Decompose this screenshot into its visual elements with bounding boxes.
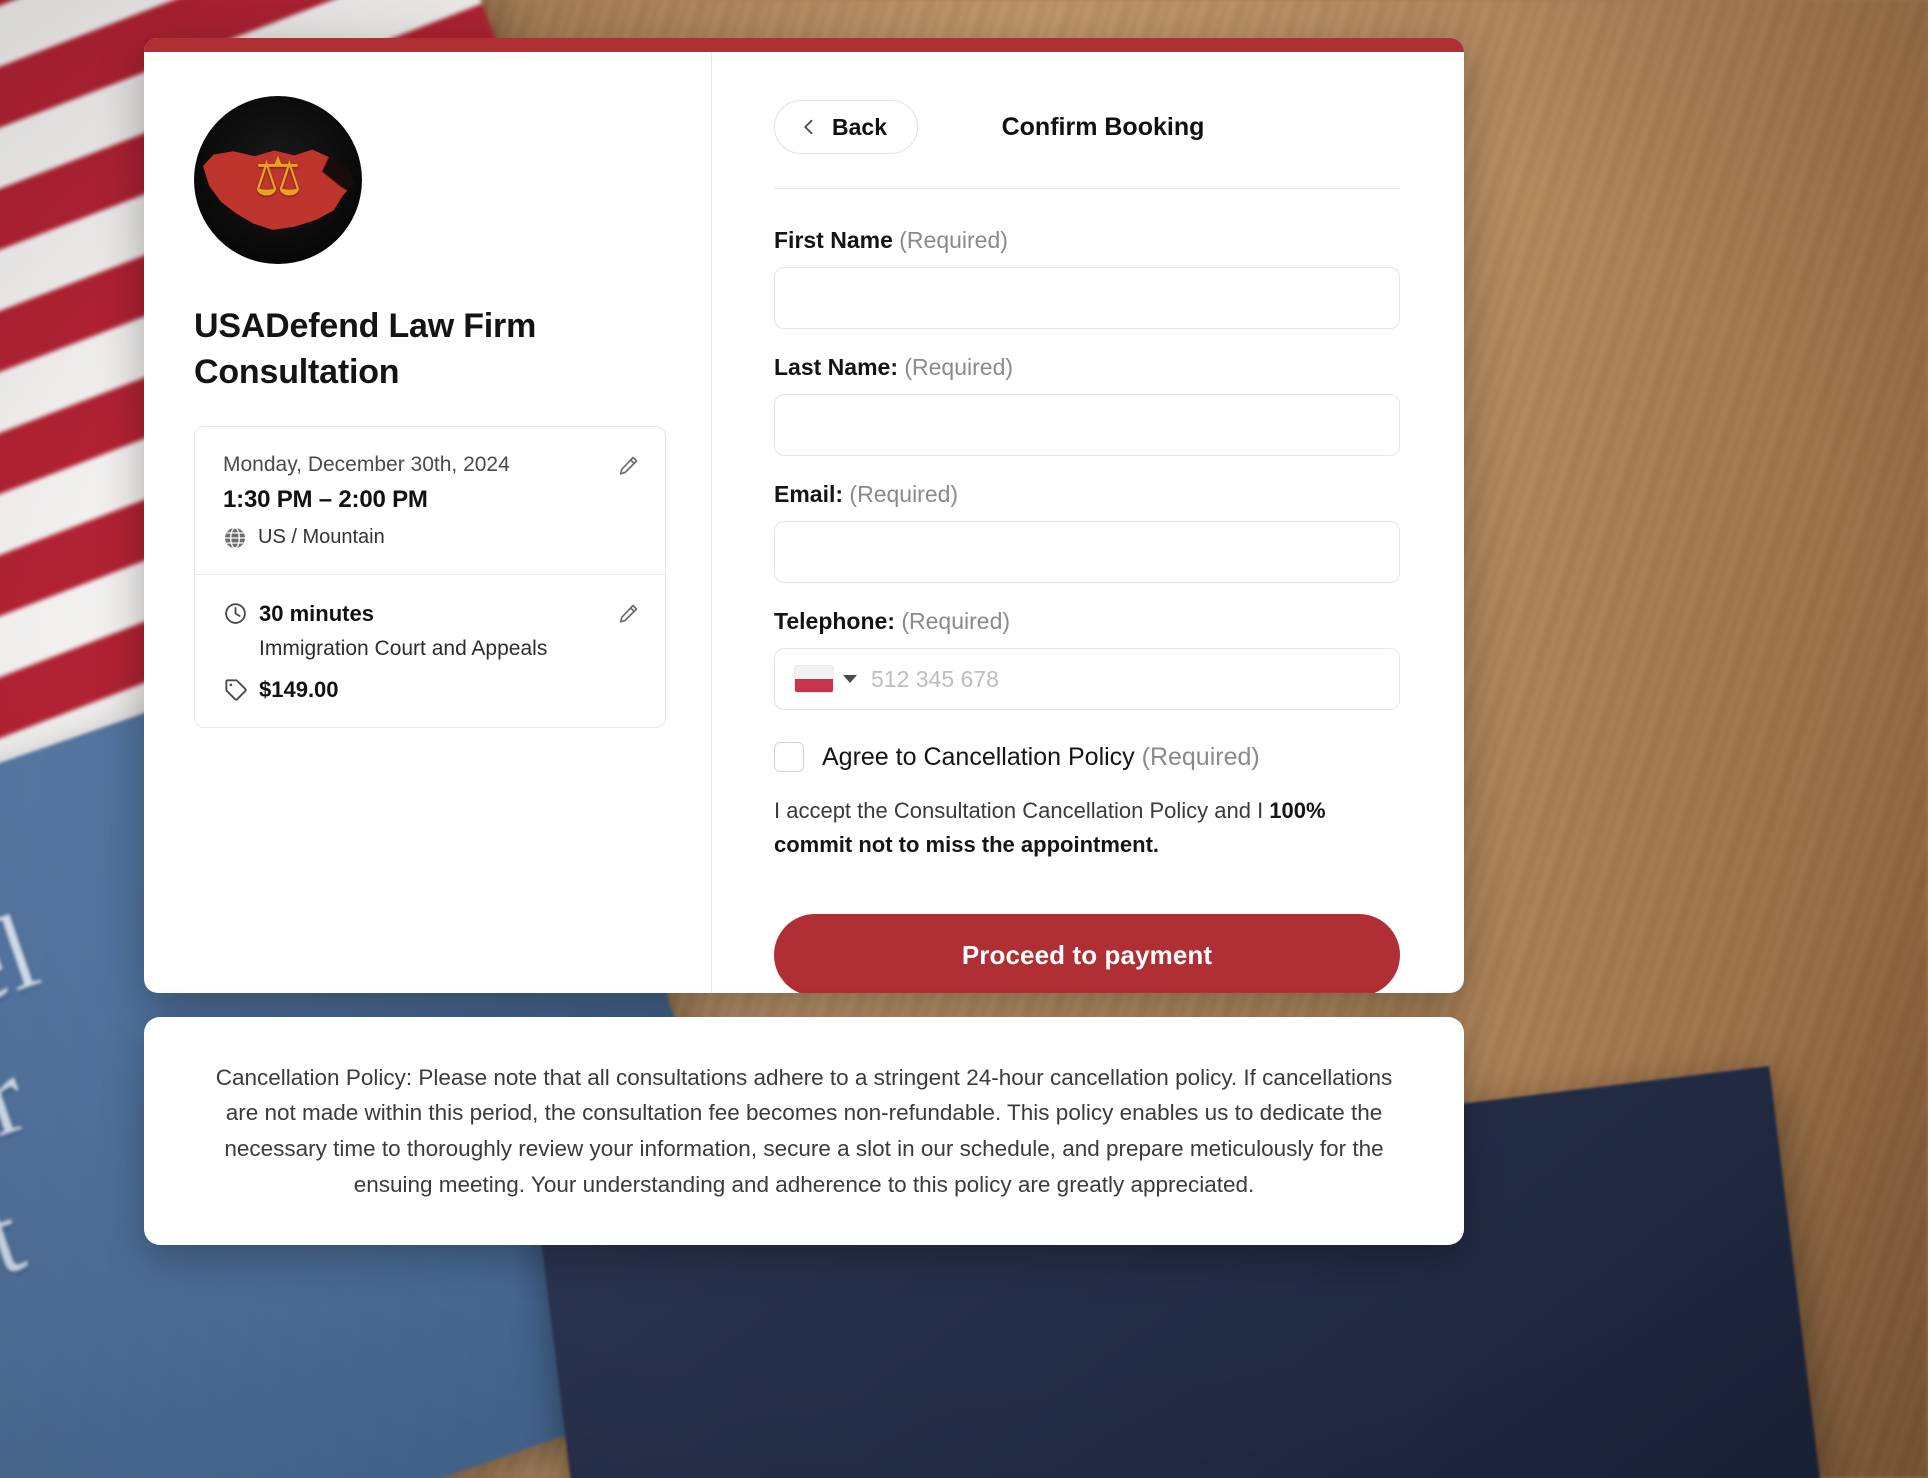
- back-button[interactable]: Back: [774, 100, 918, 154]
- timezone-row: US / Mountain: [223, 526, 639, 550]
- email-label-text: Email:: [774, 481, 844, 507]
- cancellation-policy-text: Cancellation Policy: Please note that al…: [215, 1064, 1393, 1197]
- first-name-input[interactable]: [774, 267, 1400, 329]
- telephone-label-text: Telephone:: [774, 608, 895, 634]
- telephone-field: Telephone: (Required): [774, 608, 1400, 710]
- avatar: ⚖: [194, 96, 362, 264]
- last-name-input[interactable]: [774, 394, 1400, 456]
- email-label: Email: (Required): [774, 481, 1400, 508]
- agree-policy-label: Agree to Cancellation Policy (Required): [822, 743, 1260, 772]
- booking-summary-panel: ⚖ USADefend Law Firm Consultation Monday…: [144, 38, 712, 993]
- scales-of-justice-icon: ⚖: [253, 147, 303, 207]
- duration-label: 30 minutes: [259, 600, 374, 626]
- first-name-label-text: First Name: [774, 227, 893, 253]
- required-marker: (Required): [849, 481, 959, 507]
- booking-form: First Name (Required) Last Name: (Requir…: [774, 189, 1400, 993]
- consent-prefix: I accept the Consultation Cancellation P…: [774, 798, 1270, 823]
- pencil-icon: [616, 454, 640, 478]
- booking-date: Monday, December 30th, 2024: [223, 452, 510, 476]
- panel-title: Confirm Booking: [1001, 112, 1205, 141]
- telephone-input-group: [774, 648, 1400, 710]
- panel-header: Back Confirm Booking: [774, 100, 1400, 189]
- agree-policy-label-text: Agree to Cancellation Policy: [822, 742, 1135, 771]
- card-accent-bar: [144, 38, 1464, 52]
- booking-time-range: 1:30 PM – 2:00 PM: [223, 485, 428, 513]
- edit-datetime-button[interactable]: [613, 451, 643, 481]
- timezone-label: US / Mountain: [258, 526, 385, 549]
- consent-text: I accept the Consultation Cancellation P…: [774, 794, 1400, 862]
- last-name-label-text: Last Name:: [774, 354, 898, 380]
- first-name-label: First Name (Required): [774, 227, 1400, 254]
- cancellation-policy-card: Cancellation Policy: Please note that al…: [144, 1017, 1464, 1245]
- last-name-field: Last Name: (Required): [774, 354, 1400, 456]
- required-marker: (Required): [901, 608, 1011, 634]
- last-name-label: Last Name: (Required): [774, 354, 1400, 381]
- page-title: USADefend Law Firm Consultation: [194, 307, 537, 391]
- tag-icon: [223, 677, 248, 702]
- pencil-icon: [616, 602, 640, 626]
- poland-flag-icon: [795, 666, 833, 692]
- confirm-booking-panel: Back Confirm Booking First Name (Require…: [712, 38, 1464, 993]
- caret-down-icon: [843, 675, 857, 683]
- clock-icon: [223, 601, 248, 626]
- price-row: $149.00: [223, 677, 639, 703]
- booking-card: ⚖ USADefend Law Firm Consultation Monday…: [144, 38, 1464, 993]
- price-label: $149.00: [259, 676, 339, 702]
- back-label: Back: [832, 113, 887, 140]
- telephone-input[interactable]: [871, 649, 1399, 709]
- telephone-label: Telephone: (Required): [774, 608, 1400, 635]
- datetime-section: Monday, December 30th, 2024 1:30 PM – 2:…: [195, 427, 665, 574]
- duration-row: 30 minutes: [223, 601, 639, 627]
- first-name-field: First Name (Required): [774, 227, 1400, 329]
- service-name: Immigration Court and Appeals: [259, 636, 548, 660]
- globe-icon: [223, 526, 247, 550]
- chevron-left-icon: [799, 117, 819, 137]
- required-marker: (Required): [899, 227, 1008, 253]
- edit-service-button[interactable]: [613, 599, 643, 629]
- email-field: Email: (Required): [774, 481, 1400, 583]
- proceed-to-payment-button[interactable]: Proceed to payment: [774, 914, 1400, 993]
- email-input[interactable]: [774, 521, 1400, 583]
- agree-policy-row: Agree to Cancellation Policy (Required): [774, 742, 1400, 772]
- required-marker: (Required): [1141, 742, 1260, 771]
- agree-policy-checkbox[interactable]: [774, 742, 804, 772]
- country-code-select[interactable]: [775, 649, 871, 709]
- required-marker: (Required): [904, 354, 1014, 380]
- service-section: 30 minutes Immigration Court and Appeals…: [195, 573, 665, 727]
- booking-details-box: Monday, December 30th, 2024 1:30 PM – 2:…: [194, 425, 666, 728]
